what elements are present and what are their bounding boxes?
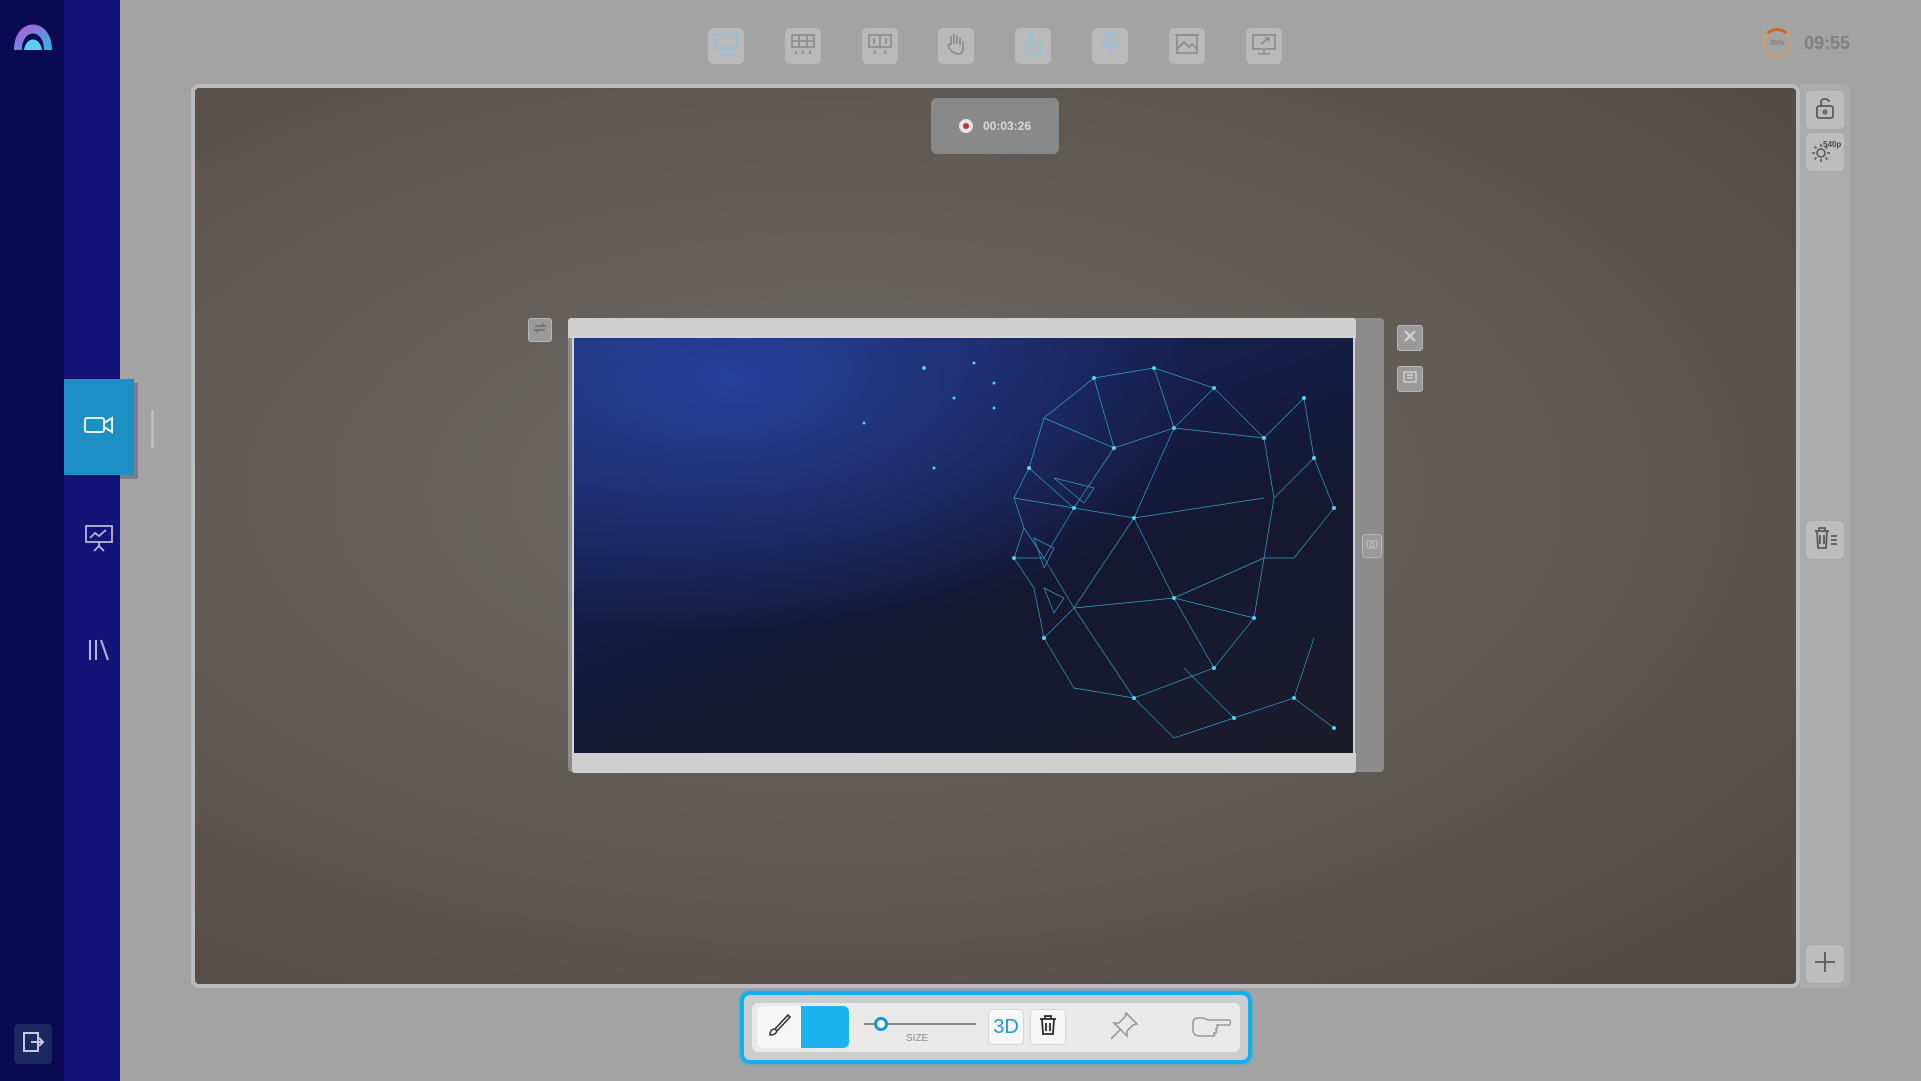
close-icon	[1403, 329, 1417, 348]
rotate-icon	[533, 321, 547, 340]
size-slider-knob[interactable]	[874, 1017, 888, 1031]
expand-icon	[1403, 370, 1417, 388]
brush-icon	[766, 1012, 792, 1043]
pointer-hand-button[interactable]	[1186, 1008, 1236, 1048]
trash-icon	[1038, 1014, 1058, 1041]
pin-button[interactable]	[1104, 1008, 1144, 1048]
exit-icon	[21, 1030, 45, 1059]
video-camera-icon	[84, 415, 114, 440]
monitor-button[interactable]	[708, 28, 744, 64]
microphone-button[interactable]	[1092, 28, 1128, 64]
screen-split-icon	[867, 32, 893, 61]
screen-share-icon	[1251, 32, 1277, 61]
exit-button[interactable]	[14, 1024, 52, 1064]
add-crosshair-icon	[1813, 950, 1837, 979]
library-icon	[86, 637, 112, 668]
status-area: 35% 09:55	[1762, 28, 1850, 58]
displayed-image	[572, 336, 1355, 756]
image-frame-icon	[1174, 32, 1200, 61]
sidebar-item-presentation[interactable]	[64, 492, 134, 588]
presentation-board-icon	[84, 523, 114, 558]
brush-button[interactable]	[757, 1006, 801, 1048]
expand-window-button[interactable]	[1397, 366, 1423, 392]
sidebar	[0, 0, 64, 1081]
pointing-hand-icon	[1191, 1012, 1232, 1045]
camera-icon	[1366, 537, 1378, 555]
sidebar-item-video[interactable]	[64, 379, 134, 475]
clear-all-icon	[1812, 526, 1838, 555]
rotate-window-button[interactable]	[528, 318, 552, 342]
screen-grid-icon	[790, 32, 816, 61]
recording-time: 00:03:26	[982, 119, 1032, 133]
size-label: SIZE	[906, 1033, 929, 1044]
settings-quality-icon: 540p	[1810, 140, 1842, 164]
hand-gesture-icon	[943, 31, 969, 62]
screen-share-button[interactable]	[1246, 28, 1282, 64]
recording-timer: 00:03:26	[931, 98, 1059, 154]
pin-icon	[1108, 1010, 1140, 1047]
close-window-button[interactable]	[1397, 325, 1423, 351]
record-icon	[958, 119, 973, 133]
app-logo	[10, 8, 56, 52]
brush-color-swatch[interactable]	[801, 1006, 849, 1048]
microphone-icon	[1098, 31, 1122, 62]
image-window-top-bezel	[568, 318, 1356, 338]
window-camera-button[interactable]	[1362, 534, 1382, 558]
screen-split-button[interactable]	[862, 28, 898, 64]
quality-settings-button[interactable]: 540p	[1806, 133, 1844, 171]
touch-pointer-icon	[1020, 31, 1046, 62]
clock: 09:55	[1804, 32, 1851, 53]
image-frame-button[interactable]	[1169, 28, 1205, 64]
image-window-bottom-bezel	[572, 753, 1356, 773]
monitor-icon	[713, 32, 739, 61]
quality-label: 540p	[1823, 140, 1842, 149]
sidebar-resize-handle[interactable]	[151, 410, 154, 448]
unlock-button[interactable]	[1806, 91, 1844, 129]
battery-indicator: 35%	[1762, 28, 1792, 58]
screen-grid-button[interactable]	[785, 28, 821, 64]
3d-mode-button[interactable]: 3D	[988, 1009, 1024, 1045]
add-widget-button[interactable]	[1806, 945, 1844, 983]
clear-all-button[interactable]	[1806, 521, 1844, 559]
hand-gesture-button[interactable]	[938, 28, 974, 64]
delete-drawing-button[interactable]	[1030, 1009, 1066, 1045]
unlock-icon	[1814, 96, 1836, 125]
touch-pointer-button[interactable]	[1015, 28, 1051, 64]
sidebar-item-library[interactable]	[64, 604, 134, 700]
brush-size-slider[interactable]: SIZE	[864, 1014, 976, 1044]
ai-face-image	[574, 338, 1353, 754]
